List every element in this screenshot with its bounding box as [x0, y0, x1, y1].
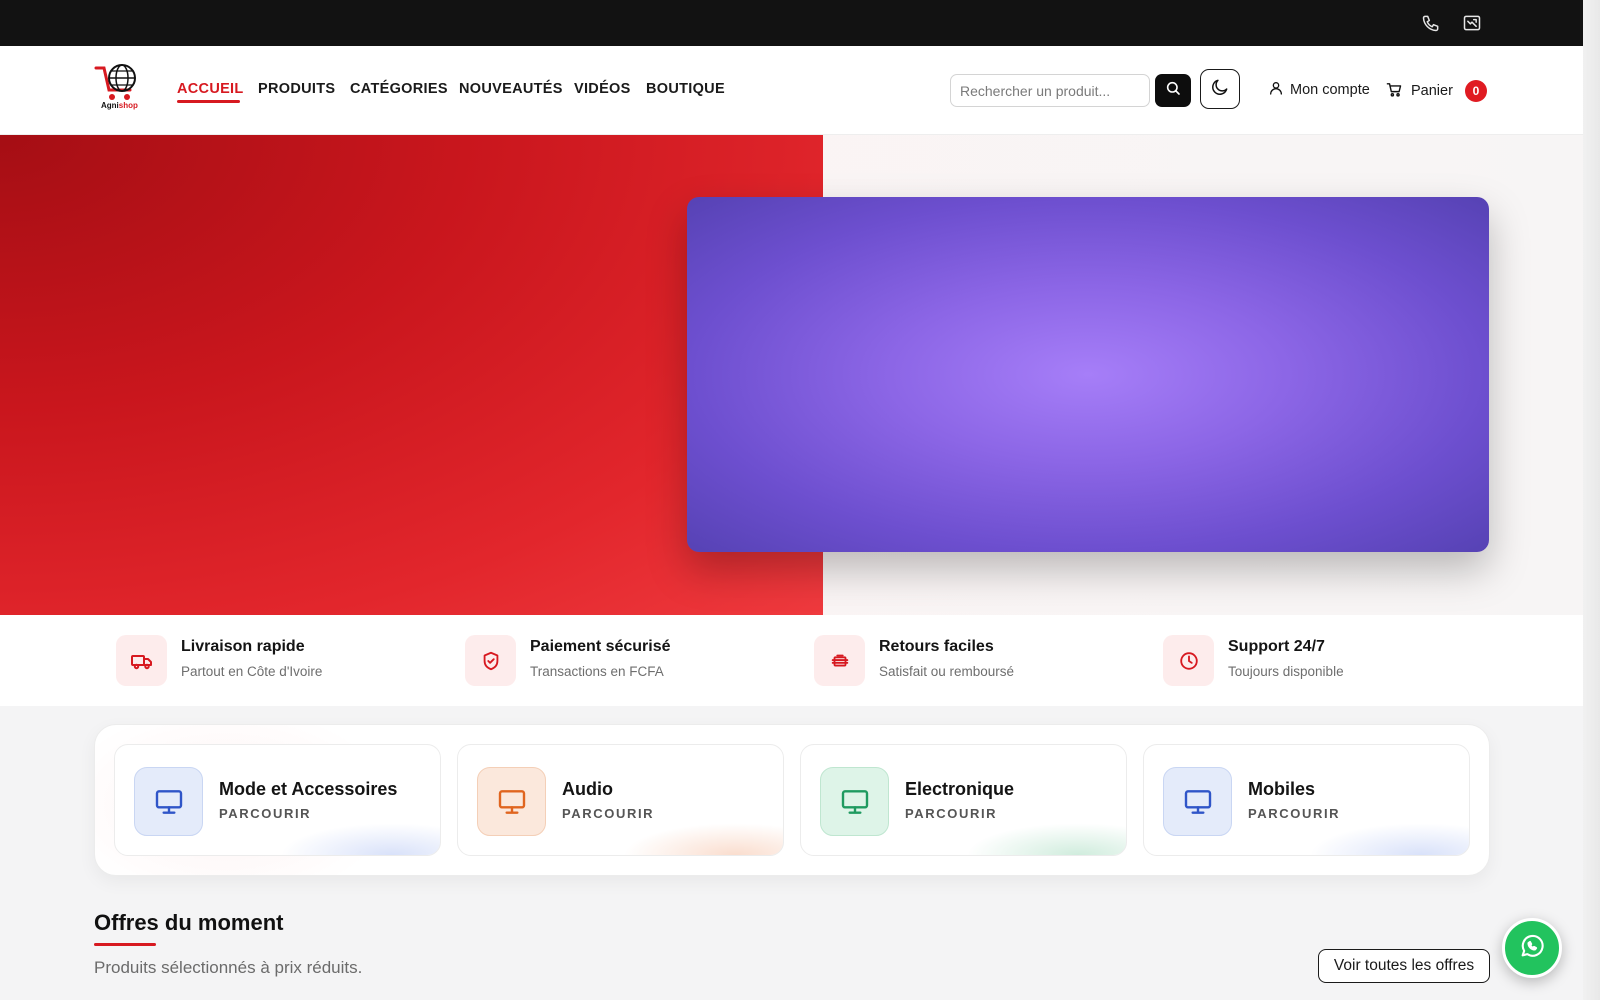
category-title: Mode et Accessoires	[219, 779, 398, 799]
moon-icon	[1210, 77, 1230, 102]
search-input[interactable]	[950, 74, 1150, 107]
feature-subtitle: Satisfait ou remboursé	[879, 664, 1015, 679]
cart-link[interactable]: Panier 0	[1386, 80, 1487, 102]
category-card-mobiles[interactable]: Mobiles PARCOURIR	[1143, 744, 1470, 856]
clock-icon	[1163, 635, 1214, 686]
offers-subtitle: Produits sélectionnés à prix réduits.	[94, 958, 363, 977]
feature-title: Retours faciles	[879, 638, 994, 655]
hero-image-card[interactable]	[687, 197, 1489, 552]
cart-icon	[1386, 81, 1403, 102]
top-bar	[0, 0, 1583, 46]
category-title: Electronique	[905, 779, 1015, 799]
category-cta: PARCOURIR	[1248, 806, 1341, 821]
shield-check-icon	[465, 635, 516, 686]
nav-item-nouveautes[interactable]: NOUVEAUTÉS	[459, 81, 563, 97]
view-all-offers-button[interactable]: Voir toutes les offres	[1318, 949, 1490, 983]
feature-subtitle: Partout en Côte d'Ivoire	[181, 664, 323, 679]
hero-banner	[0, 135, 1583, 615]
monitor-icon	[820, 767, 889, 836]
phone-icon[interactable]	[1421, 13, 1441, 33]
cart-count-badge: 0	[1464, 80, 1487, 102]
feature-title: Livraison rapide	[181, 638, 305, 655]
category-title: Audio	[562, 779, 613, 799]
feature-item: Livraison rapide Partout en Côte d'Ivoir…	[116, 635, 322, 686]
user-icon	[1268, 80, 1284, 100]
nav-item-videos[interactable]: VIDÉOS	[574, 81, 631, 97]
offers-heading: Offres du moment	[94, 910, 284, 935]
monitor-icon	[1163, 767, 1232, 836]
return-box-icon	[814, 635, 865, 686]
feature-subtitle: Toujours disponible	[1228, 664, 1344, 679]
site-logo[interactable]	[94, 62, 144, 120]
feature-subtitle: Transactions en FCFA	[530, 664, 664, 679]
category-cta: PARCOURIR	[905, 806, 998, 821]
monitor-icon	[477, 767, 546, 836]
nav-item-boutique[interactable]: BOUTIQUE	[646, 81, 725, 97]
category-card-audio[interactable]: Audio PARCOURIR	[457, 744, 784, 856]
nav-item-accueil[interactable]: ACCUEIL	[177, 81, 244, 97]
active-nav-underline	[177, 100, 240, 103]
monitor-icon	[134, 767, 203, 836]
search-button[interactable]	[1155, 74, 1191, 107]
category-card-mode[interactable]: Mode et Accessoires PARCOURIR	[114, 744, 441, 856]
truck-icon	[116, 635, 167, 686]
feature-item: Support 24/7 Toujours disponible	[1163, 635, 1344, 686]
features-bar: Livraison rapide Partout en Côte d'Ivoir…	[0, 615, 1583, 706]
category-cta: PARCOURIR	[562, 806, 655, 821]
whatsapp-icon	[1518, 932, 1546, 965]
feature-title: Support 24/7	[1228, 638, 1325, 655]
nav-item-produits[interactable]: PRODUITS	[258, 81, 335, 97]
offers-heading-underline	[94, 943, 156, 946]
feature-item: Retours faciles Satisfait ou remboursé	[814, 635, 1014, 686]
category-card-electronique[interactable]: Electronique PARCOURIR	[800, 744, 1127, 856]
nav-item-categories[interactable]: CATÉGORIES	[350, 81, 448, 97]
account-link[interactable]: Mon compte	[1268, 80, 1370, 100]
mail-icon[interactable]	[1462, 13, 1482, 33]
page-scrollbar[interactable]	[1583, 0, 1600, 1000]
categories-strip: Mode et Accessoires PARCOURIR Audio PARC…	[94, 724, 1490, 876]
category-cta: PARCOURIR	[219, 806, 312, 821]
theme-toggle-button[interactable]	[1200, 69, 1240, 109]
search-icon	[1165, 80, 1181, 101]
cart-label: Panier	[1411, 83, 1453, 99]
account-label: Mon compte	[1290, 82, 1370, 98]
category-title: Mobiles	[1248, 779, 1316, 799]
whatsapp-chat-button[interactable]	[1502, 918, 1562, 978]
feature-title: Paiement sécurisé	[530, 638, 671, 655]
logo-wordmark: Agnishop	[101, 101, 138, 110]
feature-item: Paiement sécurisé Transactions en FCFA	[465, 635, 671, 686]
site-header: Agnishop ACCUEIL PRODUITS CATÉGORIES NOU…	[0, 46, 1583, 135]
